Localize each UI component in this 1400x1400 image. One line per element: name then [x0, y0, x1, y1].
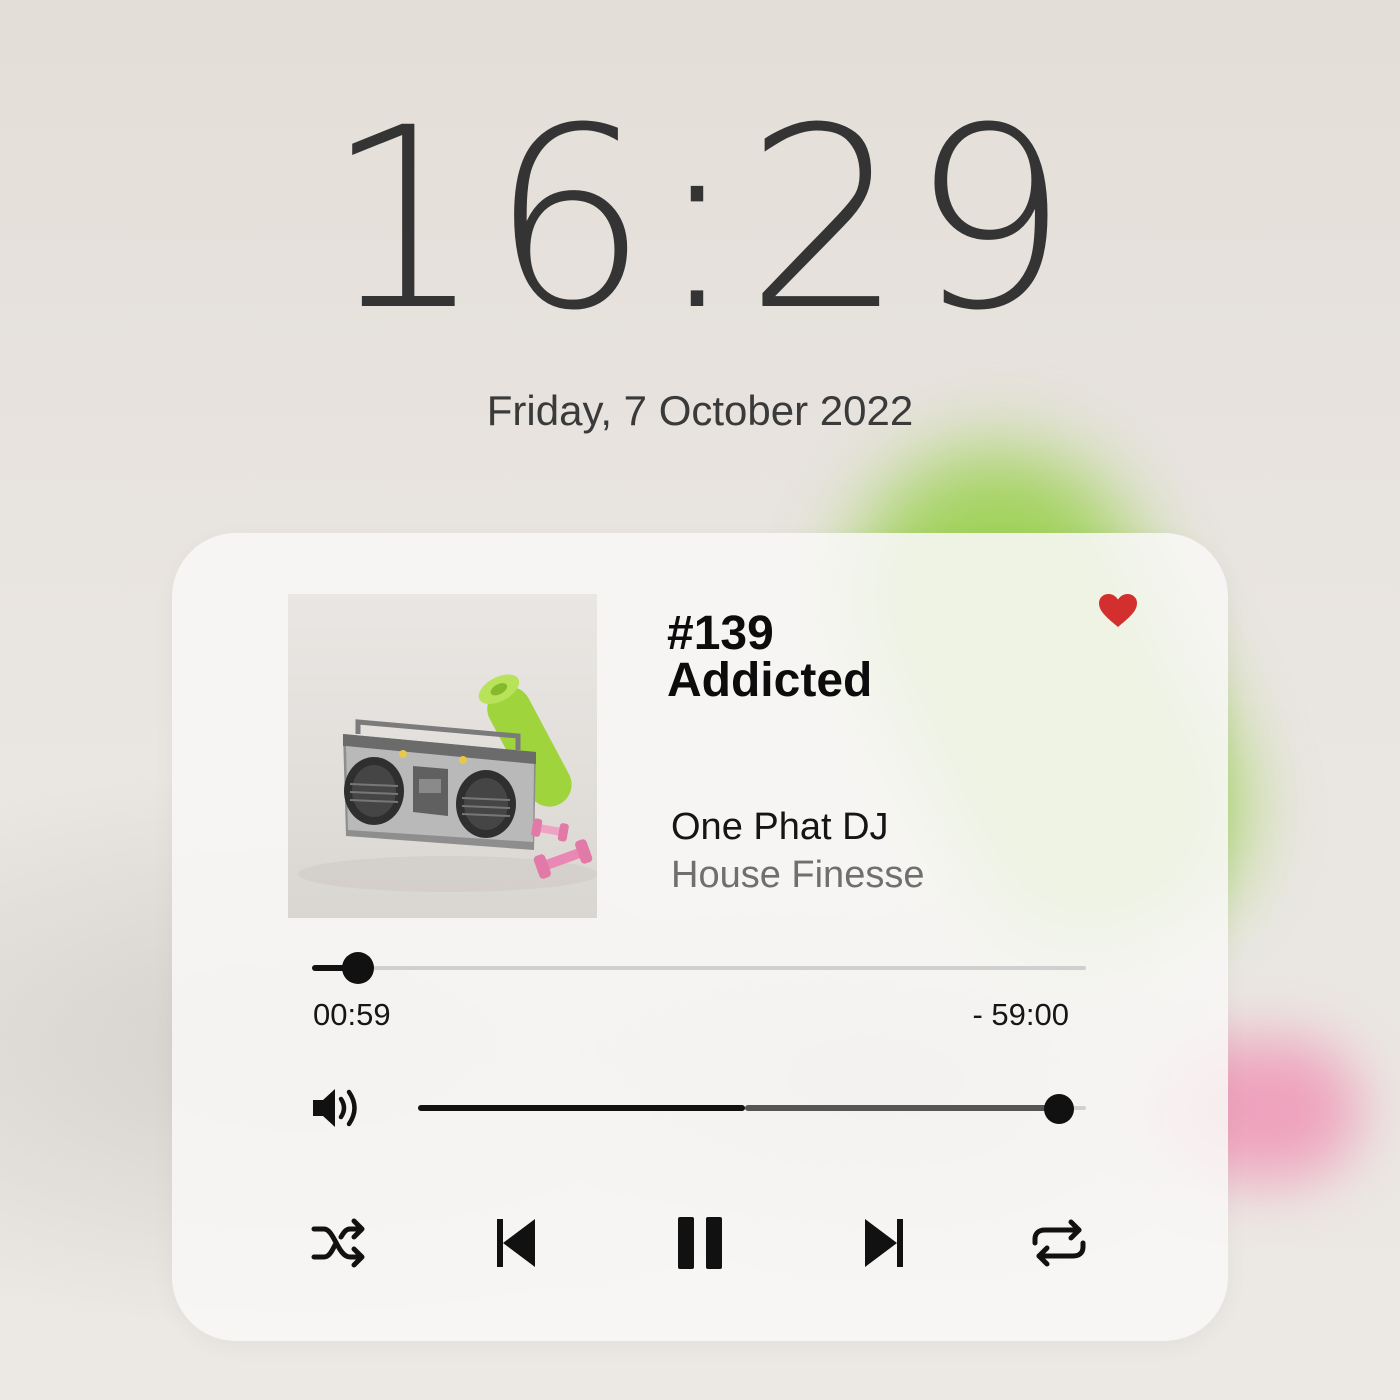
album-artwork[interactable]: [288, 594, 597, 918]
lock-screen-clock: 16:29: [324, 74, 1076, 365]
track-heading: #139 Addicted: [667, 607, 873, 707]
lock-screen-date: Friday, 7 October 2022: [486, 387, 914, 434]
heart-icon: [1099, 594, 1137, 627]
boombox-image: [298, 674, 597, 892]
volume-handle[interactable]: [1044, 1094, 1075, 1124]
remaining-time: - 59:00: [972, 997, 1069, 1032]
repeat-icon: [1032, 1219, 1086, 1267]
artist-name: One Phat DJ: [671, 806, 889, 848]
next-icon: [865, 1219, 903, 1267]
volume-slider[interactable]: [418, 1091, 1086, 1125]
previous-icon: [497, 1219, 535, 1267]
shuffle-icon: [311, 1218, 365, 1268]
volume-fill: [418, 1105, 746, 1111]
shuffle-button[interactable]: [310, 1213, 370, 1273]
next-button[interactable]: [855, 1213, 915, 1273]
album-name: House Finesse: [671, 854, 925, 896]
repeat-button[interactable]: [1029, 1213, 1089, 1273]
volume-fill-secondary: [745, 1105, 1060, 1111]
media-player-card: #139 Addicted One Phat DJ House Finesse …: [172, 533, 1228, 1341]
episode-number: #139: [667, 607, 774, 660]
track-title: Addicted: [667, 654, 873, 707]
previous-button[interactable]: [485, 1213, 545, 1273]
progress-handle[interactable]: [342, 952, 375, 984]
volume-icon[interactable]: [311, 1083, 363, 1133]
progress-track: [312, 966, 1086, 970]
playback-progress-slider[interactable]: [312, 951, 1086, 985]
elapsed-time: 00:59: [313, 997, 391, 1032]
pause-icon: [678, 1217, 722, 1269]
like-button[interactable]: [1098, 593, 1138, 629]
pause-button[interactable]: [670, 1213, 730, 1273]
